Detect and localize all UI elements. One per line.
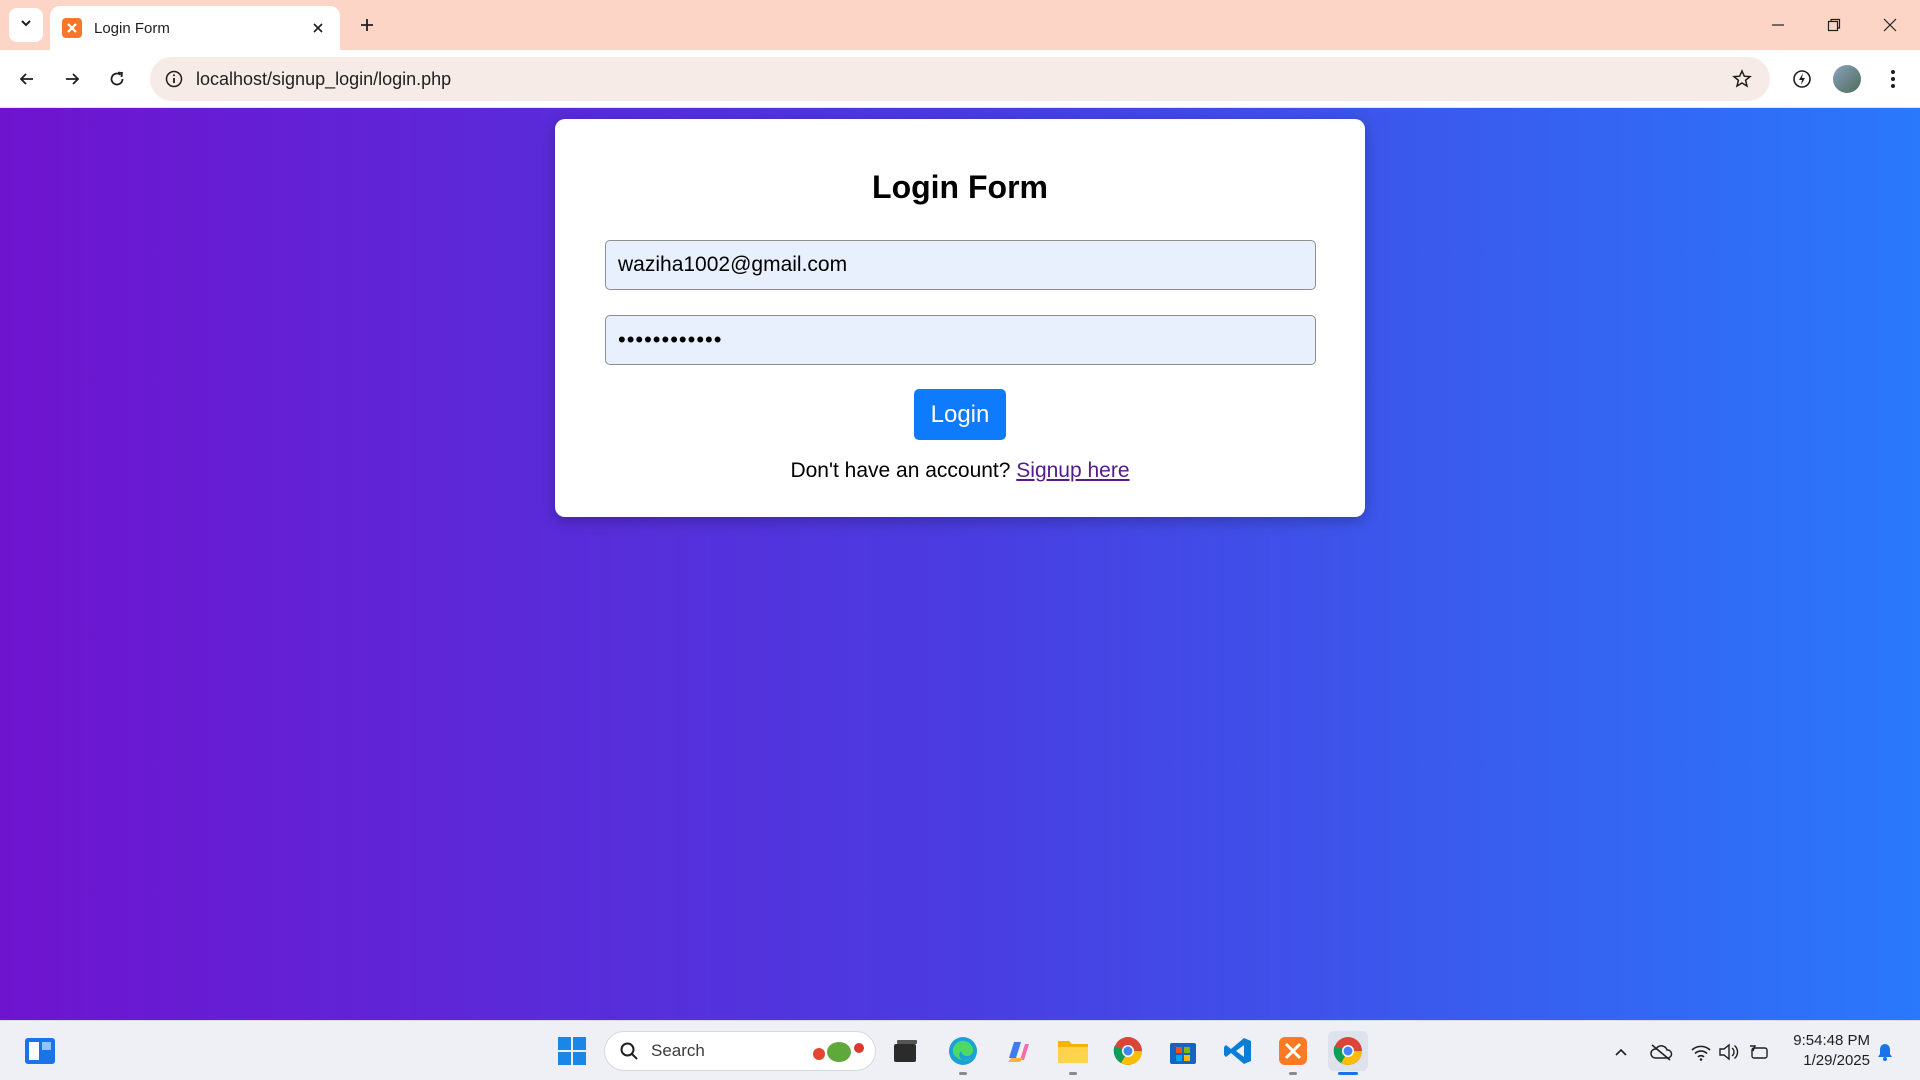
password-input[interactable]: •••••••••••• [605,315,1316,365]
file-explorer-icon[interactable] [1053,1031,1093,1071]
edge-running-indicator [959,1072,967,1075]
profile-avatar[interactable] [1833,65,1861,93]
tab-login-form[interactable]: Login Form [50,6,340,50]
onedrive-offline-icon[interactable] [1648,1039,1674,1065]
xampp-favicon-icon [62,18,82,38]
chrome-active-indicator [1338,1072,1358,1075]
kebab-menu-icon[interactable] [1876,62,1910,96]
notification-bell-icon[interactable] [1872,1039,1898,1065]
search-label: Search [651,1041,705,1060]
restore-button[interactable] [1806,0,1862,50]
copilot-icon[interactable] [998,1031,1038,1071]
address-bar[interactable]: localhost/signup_login/login.php [150,57,1770,101]
signup-row: Don't have an account? Signup here [555,459,1365,483]
xampp-icon[interactable] [1273,1031,1313,1071]
email-input[interactable]: waziha1002@gmail.com [605,240,1316,290]
reload-button[interactable] [100,62,134,96]
browser-toolbar: localhost/signup_login/login.php [0,50,1920,108]
explorer-running-indicator [1069,1072,1077,1075]
edge-icon[interactable] [943,1031,983,1071]
task-view-icon[interactable] [886,1031,926,1071]
forward-button[interactable] [55,62,89,96]
clock-date: 1/29/2025 [1803,1052,1870,1069]
site-info-icon[interactable] [154,59,194,99]
chrome-icon[interactable] [1108,1031,1148,1071]
taskbar-search[interactable]: Search [604,1031,876,1071]
url-text[interactable]: localhost/signup_login/login.php [196,69,1722,90]
clock-time: 9:54:48 PM [1793,1032,1870,1049]
bookmark-star-icon[interactable] [1722,59,1762,99]
vscode-icon[interactable] [1218,1031,1258,1071]
search-highlight-icon [813,1042,864,1062]
microsoft-store-icon[interactable] [1163,1031,1203,1071]
tab-search-button[interactable] [9,8,43,42]
tab-title: Login Form [94,19,170,37]
xampp-running-indicator [1289,1072,1297,1075]
start-icon[interactable] [552,1031,592,1071]
arrow-right-icon [66,73,80,85]
signup-link[interactable]: Signup here [1016,459,1129,482]
close-tab-icon[interactable] [308,18,328,38]
form-title: Login Form [872,169,1048,205]
restore-icon [1827,18,1841,32]
system-clock[interactable]: 9:54:48 PM 1/29/2025 [1780,1031,1870,1071]
plus-icon [361,19,373,31]
browser-titlebar: Login Form [0,0,1920,50]
login-button[interactable]: Login [914,389,1006,440]
performance-icon[interactable] [1785,62,1819,96]
back-button[interactable] [10,62,44,96]
signup-prompt: Don't have an account? [790,459,1011,482]
login-card: Login Form waziha1002@gmail.com ••••••••… [555,119,1365,517]
taskbar: Search 9:54:48 PM 1/29/2025 [0,1020,1920,1080]
page-background: Login Form waziha1002@gmail.com ••••••••… [0,108,1920,1020]
arrow-left-icon [19,73,33,85]
minimize-button[interactable] [1750,0,1806,50]
minimize-icon [1772,24,1784,26]
search-icon [620,1042,638,1060]
new-tab-button[interactable] [352,10,382,40]
reload-icon [110,71,124,86]
wifi-icon[interactable] [1688,1039,1714,1065]
chrome-active-icon[interactable] [1328,1031,1368,1071]
chevron-up-icon[interactable] [1608,1039,1634,1065]
close-icon [1883,18,1897,32]
close-window-button[interactable] [1862,0,1918,50]
chevron-down-icon [19,16,33,35]
widgets-icon[interactable] [20,1031,60,1071]
volume-icon[interactable] [1716,1039,1742,1065]
battery-icon[interactable] [1746,1039,1772,1065]
